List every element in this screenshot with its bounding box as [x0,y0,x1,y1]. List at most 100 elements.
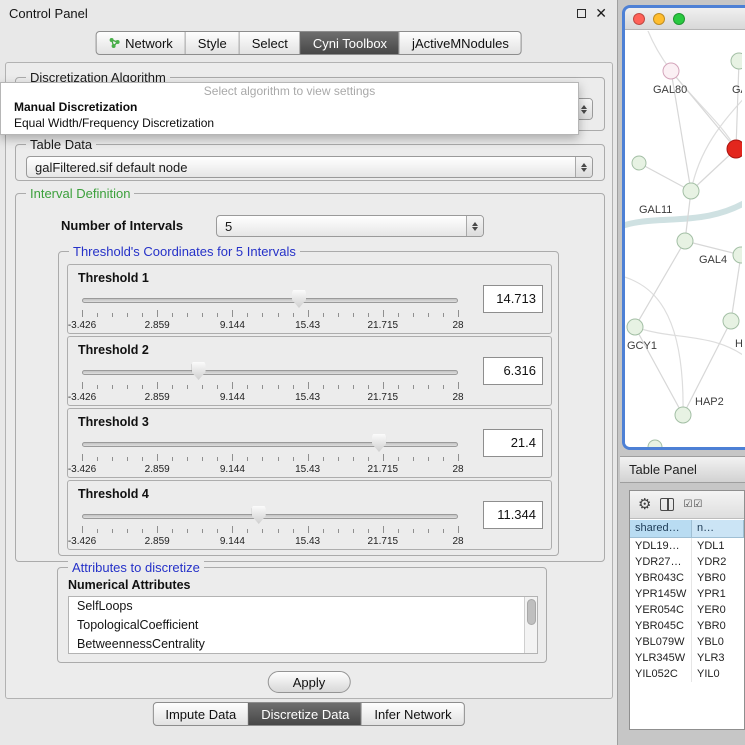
threshold-value-field[interactable]: 14.713 [483,285,543,313]
table-row[interactable]: YER054CYER0 [630,602,744,618]
network-node[interactable] [663,63,679,79]
tab-cyni-toolbox[interactable]: Cyni Toolbox [300,32,399,54]
slider-thumb-icon[interactable] [292,290,306,308]
tab-style[interactable]: Style [185,32,239,54]
numerical-attributes-label: Numerical Attributes [68,578,190,592]
gear-icon[interactable]: ⚙ [638,497,651,512]
table-cell[interactable]: YBR0 [692,570,744,586]
close-icon[interactable]: ✕ [595,7,607,19]
tab-discretize-data[interactable]: Discretize Data [248,703,361,725]
table-cell[interactable]: YIL052C [630,666,692,682]
table-cell[interactable]: YDR27… [630,554,692,570]
threshold-panel: Threshold 3 -3.4262.8599.14415.4321.7152… [67,408,552,478]
slider-track[interactable] [82,370,458,375]
table-row[interactable]: YDL19…YDL1 [630,538,744,554]
table-cell[interactable]: YBR045C [630,618,692,634]
network-edge [685,241,741,255]
network-node[interactable] [675,407,691,423]
top-tab-bar: NetworkStyleSelectCyni ToolboxjActiveMNo… [95,31,522,55]
tab-network[interactable]: Network [96,32,185,54]
table-cell[interactable]: YBL0 [692,634,744,650]
combo-stepper-icon[interactable] [466,216,483,236]
network-node[interactable] [632,156,646,170]
minimize-button[interactable] [653,13,665,25]
table-cell[interactable]: YPR1 [692,586,744,602]
tab-jactivemnodules[interactable]: jActiveMNodules [399,32,521,54]
table-cell[interactable]: YLR345W [630,650,692,666]
table-row[interactable]: YBR043CYBR0 [630,570,744,586]
table-cell[interactable]: YLR3 [692,650,744,666]
table-data-select[interactable]: galFiltered.sif default node [26,156,593,178]
tab-infer-network[interactable]: Infer Network [361,703,463,725]
tick-mark [398,529,399,533]
table-row[interactable]: YLR345WYLR3 [630,650,744,666]
table-cell[interactable]: YPR145W [630,586,692,602]
table-data-group: Table Data galFiltered.sif default node [15,144,605,181]
slider-thumb-icon[interactable] [192,362,206,380]
table-row[interactable]: YPR145WYPR1 [630,586,744,602]
column-header[interactable]: n… [692,520,744,538]
network-canvas[interactable]: GAL80GAGAL11GAL4GCY1HHAP2 [625,31,742,447]
tick-mark [232,310,233,317]
column-header[interactable]: shared… [630,520,692,538]
table-row[interactable]: YBL079WYBL0 [630,634,744,650]
threshold-slider[interactable]: -3.4262.8599.14415.4321.71528 [82,433,458,477]
table-cell[interactable]: YBR043C [630,570,692,586]
slider-track[interactable] [82,514,458,519]
table-cell[interactable]: YDR2 [692,554,744,570]
table-cell[interactable]: YER054C [630,602,692,618]
combo-stepper-icon[interactable] [575,157,592,177]
network-node[interactable] [627,319,643,335]
scrollbar[interactable] [524,597,537,653]
network-node[interactable] [727,140,742,158]
table-row[interactable]: YBR045CYBR0 [630,618,744,634]
table-cell[interactable]: YIL0 [692,666,744,682]
scrollbar-thumb[interactable] [527,599,536,625]
attribute-list[interactable]: SelfLoopsTopologicalCoefficientBetweenne… [68,596,538,654]
network-node[interactable] [731,53,742,69]
network-node[interactable] [648,440,662,447]
threshold-value-field[interactable]: 6.316 [483,357,543,385]
algorithm-option[interactable]: Equal Width/Frequency Discretization [1,115,578,131]
list-item[interactable]: SelfLoops [69,597,537,616]
threshold-value-field[interactable]: 21.4 [483,429,543,457]
float-window-icon[interactable] [577,9,586,18]
tick-mark [323,385,324,389]
tick-mark [293,529,294,533]
list-item[interactable]: BetweennessCentrality [69,635,537,654]
tab-select[interactable]: Select [239,32,300,54]
tick-mark [383,526,384,533]
select-columns-icon[interactable]: ☑☑ [683,500,703,510]
slider-track[interactable] [82,298,458,303]
threshold-label: Threshold 4 [78,487,149,501]
threshold-slider[interactable]: -3.4262.8599.14415.4321.71528 [82,289,458,333]
apply-button[interactable]: Apply [268,671,351,693]
columns-icon[interactable] [660,498,674,511]
tab-impute-data[interactable]: Impute Data [153,703,248,725]
threshold-slider[interactable]: -3.4262.8599.14415.4321.71528 [82,361,458,405]
table-cell[interactable]: YDL1 [692,538,744,554]
list-item[interactable]: TopologicalCoefficient [69,616,537,635]
network-node[interactable] [677,233,693,249]
network-node[interactable] [723,313,739,329]
network-node[interactable] [683,183,699,199]
table-row[interactable]: YDR27…YDR2 [630,554,744,570]
slider-thumb-icon[interactable] [252,506,266,524]
table-cell[interactable]: YER0 [692,602,744,618]
slider-track[interactable] [82,442,458,447]
slider-thumb-icon[interactable] [372,434,386,452]
threshold-label: Threshold 3 [78,415,149,429]
threshold-value-field[interactable]: 11.344 [483,501,543,529]
zoom-button[interactable] [673,13,685,25]
table-row[interactable]: YIL052CYIL0 [630,666,744,682]
table-cell[interactable]: YDL19… [630,538,692,554]
close-button[interactable] [633,13,645,25]
network-node[interactable] [733,247,742,263]
threshold-slider[interactable]: -3.4262.8599.14415.4321.71528 [82,505,458,549]
number-of-intervals-select[interactable]: 5 [216,215,484,237]
thresholds-group: Threshold's Coordinates for 5 Intervals … [58,251,559,556]
table-cell[interactable]: YBL079W [630,634,692,650]
table-cell[interactable]: YBR0 [692,618,744,634]
scale-label: 2.859 [145,464,170,475]
algorithm-option[interactable]: Manual Discretization [1,99,578,115]
